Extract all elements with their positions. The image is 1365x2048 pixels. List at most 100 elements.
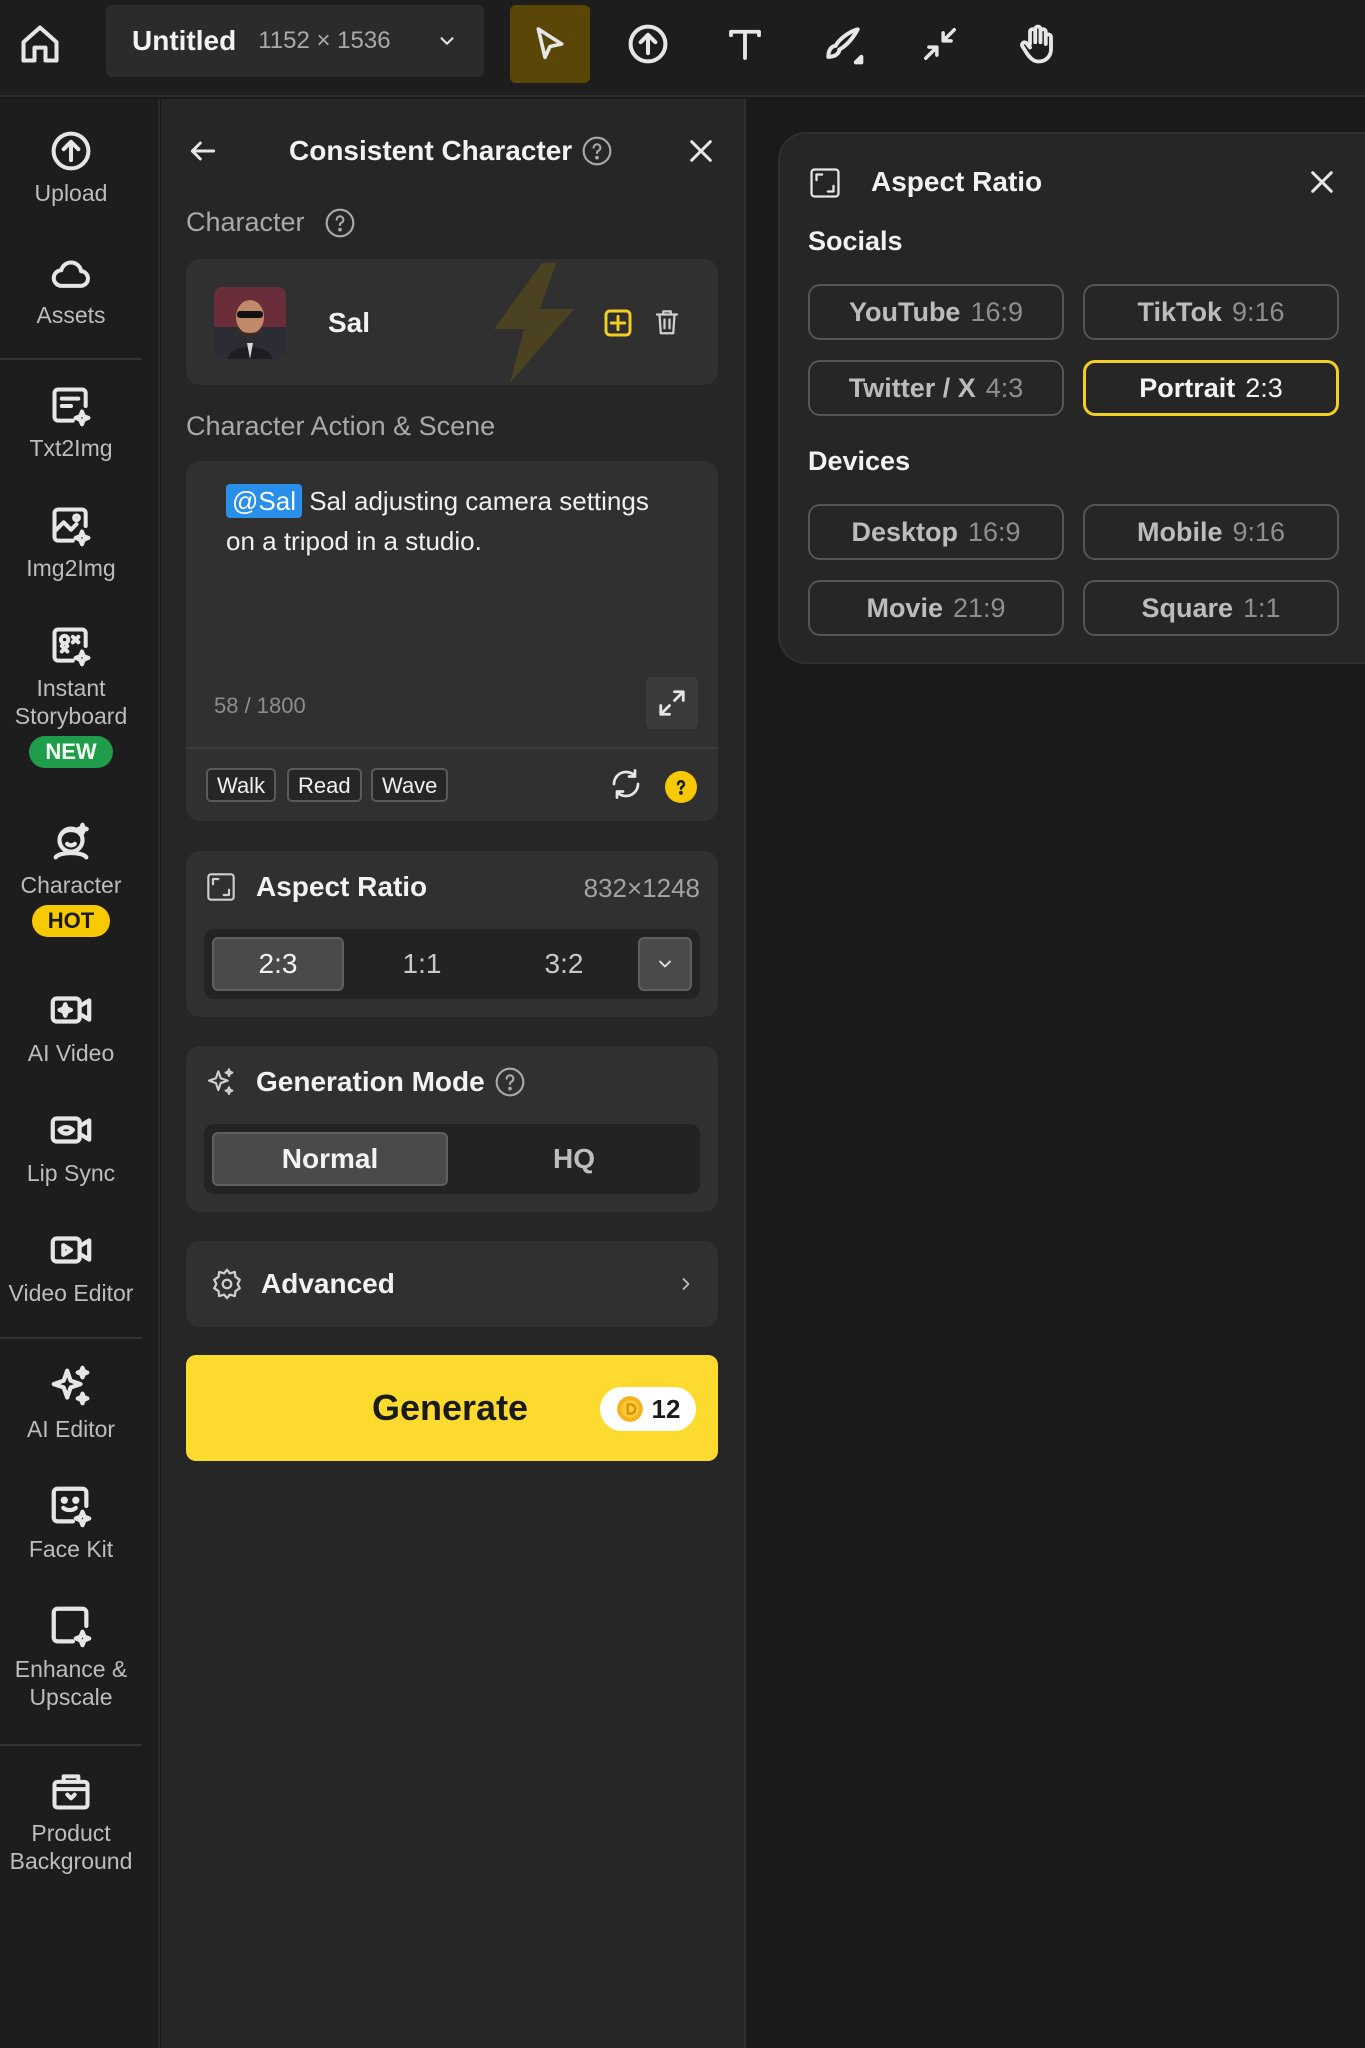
ratio-name: Desktop [851, 516, 958, 547]
ratio-option-1-1[interactable]: 1:1 [356, 937, 488, 991]
mode-option-hq[interactable]: HQ [456, 1132, 692, 1186]
prompt-textarea[interactable]: @Sal Sal adjusting camera settings on a … [226, 481, 666, 561]
left-sidebar: Upload Assets Txt2Img Img2Img Instant St… [0, 99, 160, 2048]
ratio-name: Movie [866, 592, 943, 623]
sidebar-item-face-kit[interactable]: Face Kit [0, 1483, 142, 1563]
sidebar-item-label: Face Kit [28, 1536, 114, 1562]
aspect-ratio-icon [810, 168, 840, 198]
ratio-portrait[interactable]: Portrait 2:3 [1083, 360, 1339, 416]
sidebar-item-product-background[interactable]: Product Background [0, 1769, 142, 1875]
generation-mode-selector: Normal HQ [204, 1124, 700, 1194]
sidebar-item-video-editor[interactable]: Video Editor [0, 1227, 142, 1307]
product-icon [52, 1774, 90, 1810]
brush-icon [826, 27, 864, 65]
resolution-text: 832×1248 [583, 873, 700, 903]
text-icon [729, 29, 761, 60]
sidebar-item-label: Product Background [9, 1820, 133, 1874]
collapse-tool-button[interactable] [900, 5, 980, 83]
sidebar-item-label: Txt2Img [29, 435, 113, 461]
ratio-movie[interactable]: Movie 21:9 [808, 580, 1064, 636]
select-icon [536, 27, 564, 60]
document-selector[interactable]: Untitled 1152 × 1536 [106, 5, 484, 77]
close-popover-button[interactable] [1306, 166, 1338, 198]
more-ratios-button[interactable] [638, 937, 692, 991]
ratio-youtube[interactable]: YouTube 16:9 [808, 284, 1064, 340]
lightning-icon [494, 263, 574, 383]
home-icon [21, 25, 59, 63]
chevron-down-icon [440, 37, 454, 45]
sidebar-item-instant-storyboard[interactable]: Instant Storyboard NEW [0, 624, 142, 768]
ratio-tiktok[interactable]: TikTok 9:16 [1083, 284, 1339, 340]
ratio-value: 2:3 [1245, 372, 1283, 403]
generate-button[interactable]: Generate 12 [186, 1355, 718, 1461]
panel-header: Consistent Character [161, 99, 746, 199]
credit-cost-badge: 12 [600, 1387, 696, 1431]
action-chip-wave[interactable]: Wave [371, 768, 449, 802]
ratio-option-2-3[interactable]: 2:3 [212, 937, 344, 991]
trash-icon [655, 310, 679, 335]
action-chip-read[interactable]: Read [287, 768, 362, 802]
sidebar-divider [0, 358, 142, 360]
help-button[interactable] [581, 135, 613, 167]
ratio-mobile[interactable]: Mobile 9:16 [1083, 504, 1339, 560]
text-tool-button[interactable] [705, 5, 785, 83]
close-panel-button[interactable] [685, 135, 717, 167]
sidebar-item-label: Video Editor [8, 1280, 134, 1306]
delete-character-button[interactable] [652, 307, 682, 337]
ratio-value: 16:9 [970, 296, 1024, 327]
cloud-icon [51, 260, 90, 288]
top-toolbar: Untitled 1152 × 1536 [0, 0, 1365, 97]
sidebar-item-character[interactable]: Character HOT [0, 819, 142, 937]
ratio-name: YouTube [848, 296, 961, 327]
chevron-down-icon [659, 960, 671, 968]
generation-mode-help-button[interactable] [494, 1066, 526, 1098]
sidebar-item-txt2img[interactable]: Txt2Img [0, 384, 142, 462]
character-name: Sal [328, 307, 371, 338]
credit-cost: 12 [651, 1393, 681, 1424]
document-size: 1152 × 1536 [258, 27, 391, 54]
home-button[interactable] [0, 5, 80, 83]
prompt-divider [186, 747, 718, 749]
face-kit-icon [51, 1486, 92, 1528]
aspect-ratio-card: Aspect Ratio 832×1248 2:3 1:1 3:2 [186, 851, 718, 1017]
coin-icon [616, 1396, 643, 1422]
upload-icon [51, 131, 91, 171]
sidebar-item-assets[interactable]: Assets [0, 251, 142, 329]
character-mention[interactable]: @Sal [226, 484, 302, 518]
hand-icon [1020, 24, 1053, 64]
help-icon [325, 208, 355, 238]
mode-option-normal[interactable]: Normal [212, 1132, 448, 1186]
sidebar-item-lip-sync[interactable]: Lip Sync [0, 1107, 142, 1187]
sidebar-item-upload[interactable]: Upload [0, 129, 142, 207]
generate-label: Generate [372, 1387, 529, 1428]
character-help-button[interactable] [324, 207, 356, 239]
sidebar-item-enhance-upscale[interactable]: Enhance & Upscale [0, 1603, 142, 1711]
close-icon [1311, 171, 1333, 193]
sidebar-item-ai-editor[interactable]: AI Editor [0, 1363, 142, 1443]
enhance-icon [51, 1606, 92, 1648]
chips-help-button[interactable] [665, 771, 697, 803]
ratio-value: 21:9 [952, 592, 1006, 623]
ratio-desktop[interactable]: Desktop 16:9 [808, 504, 1064, 560]
action-chip-walk[interactable]: Walk [206, 768, 277, 802]
expand-prompt-button[interactable] [646, 677, 698, 729]
advanced-label: Advanced [261, 1268, 395, 1299]
select-tool-button[interactable] [510, 5, 590, 83]
sidebar-item-ai-video[interactable]: AI Video [0, 987, 142, 1067]
aspect-ratio-title: Aspect Ratio [256, 871, 428, 902]
hand-tool-button[interactable] [997, 5, 1077, 83]
advanced-row[interactable]: Advanced [186, 1241, 718, 1327]
text-to-image-icon [52, 387, 91, 427]
back-button[interactable] [187, 135, 219, 167]
ratio-twitter[interactable]: Twitter / X 4:3 [808, 360, 1064, 416]
ratio-square[interactable]: Square 1:1 [1083, 580, 1339, 636]
scene-label: Character Action & Scene [186, 411, 496, 441]
refresh-chips-button[interactable] [608, 766, 644, 802]
add-character-button[interactable] [602, 307, 634, 339]
brush-tool-button[interactable] [803, 5, 883, 83]
upload-tool-button[interactable] [608, 5, 688, 83]
ratio-option-3-2[interactable]: 3:2 [498, 937, 630, 991]
sidebar-item-img2img[interactable]: Img2Img [0, 504, 142, 582]
character-card[interactable]: Sal [186, 259, 718, 385]
aspect-ratio-selector: 2:3 1:1 3:2 [204, 929, 700, 999]
